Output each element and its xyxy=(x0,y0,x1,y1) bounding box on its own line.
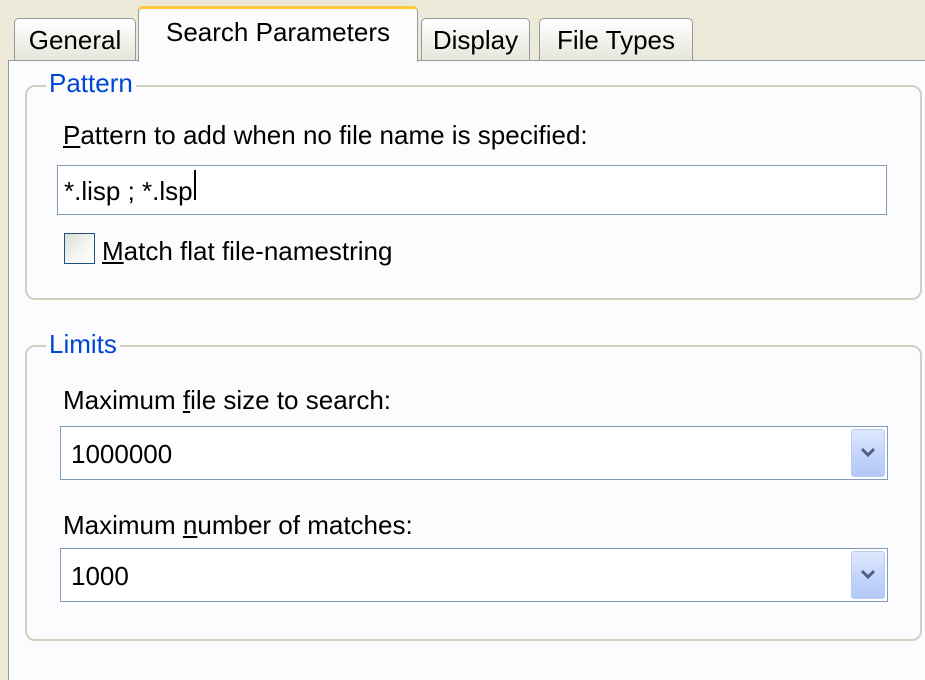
max-matches-label-end: umber of matches: xyxy=(197,510,413,540)
chevron-down-icon xyxy=(860,447,876,458)
pattern-input[interactable]: *.lisp ; *.lsp xyxy=(57,165,887,215)
max-matches-label: Maximum number of matches: xyxy=(63,512,413,538)
pattern-input-value: *.lisp ; *.lsp xyxy=(64,176,193,206)
pattern-label: Pattern to add when no file name is spec… xyxy=(63,122,588,148)
max-matches-label-start: Maximum xyxy=(63,510,183,540)
max-file-size-label-end: ile size to search: xyxy=(190,385,392,415)
match-flat-file-namestring-label[interactable]: Match flat file-namestring xyxy=(102,238,392,264)
max-file-size-label-start: Maximum xyxy=(63,385,183,415)
tab-general-label: General xyxy=(28,25,122,55)
tab-file-types[interactable]: File Types xyxy=(539,18,693,60)
max-file-size-label: Maximum file size to search: xyxy=(63,387,391,413)
checkbox-label-mnemonic: M xyxy=(102,236,124,266)
pattern-group-title: Pattern xyxy=(46,70,136,96)
max-matches-dropdown-button[interactable] xyxy=(851,551,885,599)
max-file-size-dropdown-button[interactable] xyxy=(851,429,885,477)
limits-group-title: Limits xyxy=(46,331,120,357)
max-matches-combobox[interactable]: 1000 xyxy=(60,548,888,602)
max-file-size-combobox[interactable]: 1000000 xyxy=(60,426,888,480)
chevron-down-icon xyxy=(860,569,876,580)
pattern-label-text: attern to add when no file name is speci… xyxy=(80,120,588,150)
max-matches-label-mnemonic: n xyxy=(182,510,198,540)
max-matches-value: 1000 xyxy=(71,561,129,591)
tab-search-parameters[interactable]: Search Parameters xyxy=(138,6,418,62)
checkbox-label-text: atch flat file-namestring xyxy=(123,236,393,266)
match-flat-file-namestring-checkbox[interactable] xyxy=(64,233,95,264)
max-file-size-value: 1000000 xyxy=(71,439,173,469)
tab-display-label: Display xyxy=(432,25,519,55)
text-caret xyxy=(193,170,196,201)
tab-file-types-label: File Types xyxy=(556,25,675,55)
pattern-label-mnemonic: P xyxy=(63,120,81,150)
tab-search-parameters-label: Search Parameters xyxy=(166,17,390,47)
tab-display[interactable]: Display xyxy=(421,18,530,60)
tab-general[interactable]: General xyxy=(14,18,136,60)
